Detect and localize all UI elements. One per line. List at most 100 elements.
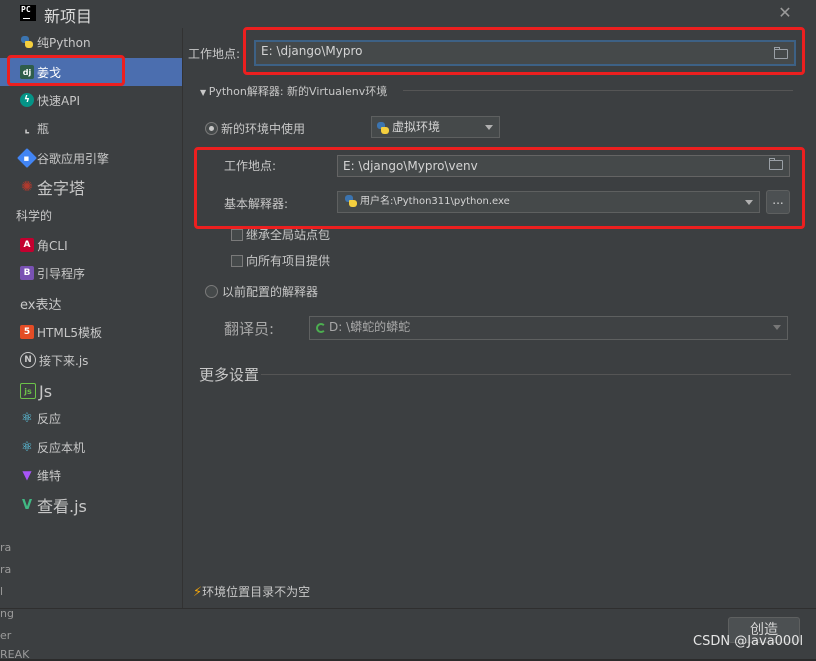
base-interpreter-select[interactable]: 用户名:\Python311\python.exe <box>337 191 760 213</box>
window-title: 新项目 <box>44 7 93 26</box>
sidebar-item-label: 维特 <box>37 468 62 483</box>
sidebar-item-label: 角CLI <box>37 238 68 253</box>
warning-bolt-icon: ⚡ <box>193 585 203 600</box>
sidebar-item-label: HTML5模板 <box>37 325 103 340</box>
sidebar-item-vuejs[interactable]: V 查看.js <box>0 491 182 519</box>
new-project-dialog: PC 新项目 ✕ 纯Python dj 姜戈 ϟ 快速API ⌞ 瓶 ◆ 谷歌应… <box>0 0 816 661</box>
background-text: ng <box>0 607 14 620</box>
title-bar: PC 新项目 ✕ <box>0 0 816 28</box>
sidebar-item-express[interactable]: ex表达 <box>0 289 182 317</box>
more-settings-divider <box>261 374 791 375</box>
project-location-value: E: \django\Mypro <box>261 44 363 58</box>
venv-location-field[interactable]: E: \django\Mypro\venv <box>337 155 790 177</box>
sidebar-item-label: 瓶 <box>37 121 50 136</box>
sidebar-item-pure-python[interactable]: 纯Python <box>0 28 182 56</box>
background-text: l <box>0 585 4 598</box>
sidebar-item-vite[interactable]: ▼ 维特 <box>0 461 182 489</box>
section-divider <box>403 90 793 91</box>
location-label: 工作地点: <box>188 47 241 61</box>
nodejs-icon: js <box>20 383 36 399</box>
sidebar-item-scientific[interactable]: 科学的 <box>0 201 182 229</box>
environment-type-select[interactable]: 虚拟环境 <box>371 116 500 138</box>
make-available-label: 向所有项目提供 <box>246 254 331 268</box>
new-environment-radio[interactable] <box>205 122 218 135</box>
background-text: ra <box>0 541 12 554</box>
background-text: er <box>0 629 12 642</box>
chevron-down-icon <box>745 200 753 205</box>
interpreter-section-label: Python解释器: 新的Virtualenv环境 <box>208 85 388 98</box>
python-icon <box>20 35 34 49</box>
background-text: ra <box>0 563 12 576</box>
interpreter-select[interactable]: D: \蟒蛇的蟒蛇 <box>309 316 788 340</box>
sidebar-item-html5-boilerplate[interactable]: 5 HTML5模板 <box>0 318 182 346</box>
venv-location-label: 工作地点: <box>224 159 277 173</box>
sidebar-item-angular-cli[interactable]: A 角CLI <box>0 231 182 259</box>
sidebar-item-label: 纯Python <box>37 35 91 50</box>
chevron-down-icon <box>773 325 781 330</box>
bootstrap-icon: B <box>20 266 34 280</box>
sidebar-item-label: 谷歌应用引擎 <box>37 151 110 166</box>
previous-interpreter-label: 以前配置的解释器 <box>222 285 319 299</box>
html5-icon: 5 <box>20 325 34 339</box>
browse-folder-icon[interactable] <box>774 47 788 59</box>
fastapi-icon: ϟ <box>20 93 34 107</box>
chevron-down-icon <box>485 125 493 130</box>
interpreter-section-header[interactable]: ▼ Python解释器: 新的Virtualenv环境 <box>200 83 387 99</box>
csdn-watermark: CSDN @Java000l <box>693 634 804 649</box>
sidebar-item-label: 查看.js <box>37 497 87 516</box>
sidebar-item-pyramid[interactable]: ✺ 金字塔 <box>0 173 182 201</box>
sidebar-item-label: 接下来.js <box>39 353 89 368</box>
python-icon <box>344 194 358 208</box>
background-text: REAK <box>0 648 30 661</box>
sidebar-item-label: 科学的 <box>16 208 53 223</box>
sidebar-item-django[interactable]: dj 姜戈 <box>0 58 182 86</box>
nextjs-icon: N <box>20 352 36 368</box>
sidebar-item-bootstrap[interactable]: B 引导程序 <box>0 259 182 287</box>
pyramid-icon: ✺ <box>21 179 33 195</box>
sidebar-item-flask[interactable]: ⌞ 瓶 <box>0 114 182 142</box>
base-interpreter-label: 基本解释器: <box>224 197 289 211</box>
browse-interpreter-button[interactable]: ... <box>766 190 790 214</box>
sidebar-item-label: 反应 <box>37 411 62 426</box>
venv-location-value: E: \django\Mypro\venv <box>343 159 478 173</box>
project-location-field[interactable]: E: \django\Mypro <box>254 40 796 66</box>
browse-folder-icon[interactable] <box>769 158 783 170</box>
project-type-sidebar: 纯Python dj 姜戈 ϟ 快速API ⌞ 瓶 ◆ 谷歌应用引擎 ✺ 金字塔… <box>0 28 183 608</box>
warning-text: 环境位置目录不为空 <box>202 585 311 599</box>
sidebar-item-nodejs[interactable]: js Js <box>0 377 182 405</box>
interpreter-value: D: \蟒蛇的蟒蛇 <box>329 320 411 334</box>
sidebar-item-react-native[interactable]: ⚛ 反应本机 <box>0 433 182 461</box>
close-icon[interactable]: ✕ <box>776 4 794 22</box>
sidebar-item-google-app-engine[interactable]: ◆ 谷歌应用引擎 <box>0 144 182 172</box>
interpreter-label: 翻译员: <box>224 320 275 338</box>
previous-interpreter-radio[interactable] <box>205 285 218 298</box>
sidebar-item-fastapi[interactable]: ϟ 快速API <box>0 86 182 114</box>
sidebar-item-label: 快速API <box>37 93 80 108</box>
base-interpreter-value: 用户名:\Python311\python.exe <box>360 196 510 207</box>
warning-message: ⚡环境位置目录不为空 <box>193 583 310 600</box>
sidebar-item-label: 反应本机 <box>37 440 86 455</box>
vite-icon: ▼ <box>22 468 32 482</box>
sidebar-item-label: 引导程序 <box>37 266 86 281</box>
loading-icon <box>316 322 326 333</box>
sidebar-item-label: 金字塔 <box>37 179 86 198</box>
sidebar-item-label: 姜戈 <box>37 65 62 80</box>
django-icon: dj <box>20 65 34 79</box>
chevron-down-icon: ▼ <box>200 88 209 97</box>
python-icon <box>376 121 390 135</box>
inherit-global-packages-checkbox[interactable] <box>231 229 243 241</box>
environment-type-value: 虚拟环境 <box>392 120 441 134</box>
sidebar-item-label: ex表达 <box>20 297 62 313</box>
angular-icon: A <box>20 238 34 252</box>
vue-icon: V <box>21 497 33 513</box>
inherit-global-packages-label: 继承全局站点包 <box>246 228 331 242</box>
more-settings-header[interactable]: 更多设置 <box>199 364 259 385</box>
make-available-checkbox[interactable] <box>231 255 243 267</box>
sidebar-item-nextjs[interactable]: N 接下来.js <box>0 346 182 374</box>
pycharm-logo-icon: PC <box>20 5 36 21</box>
sidebar-item-react[interactable]: ⚛ 反应 <box>0 404 182 432</box>
flask-icon: ⌞ <box>24 121 30 135</box>
new-environment-label: 新的环境中使用 <box>221 122 306 136</box>
react-native-icon: ⚛ <box>21 439 33 455</box>
sidebar-item-label: Js <box>39 381 53 401</box>
